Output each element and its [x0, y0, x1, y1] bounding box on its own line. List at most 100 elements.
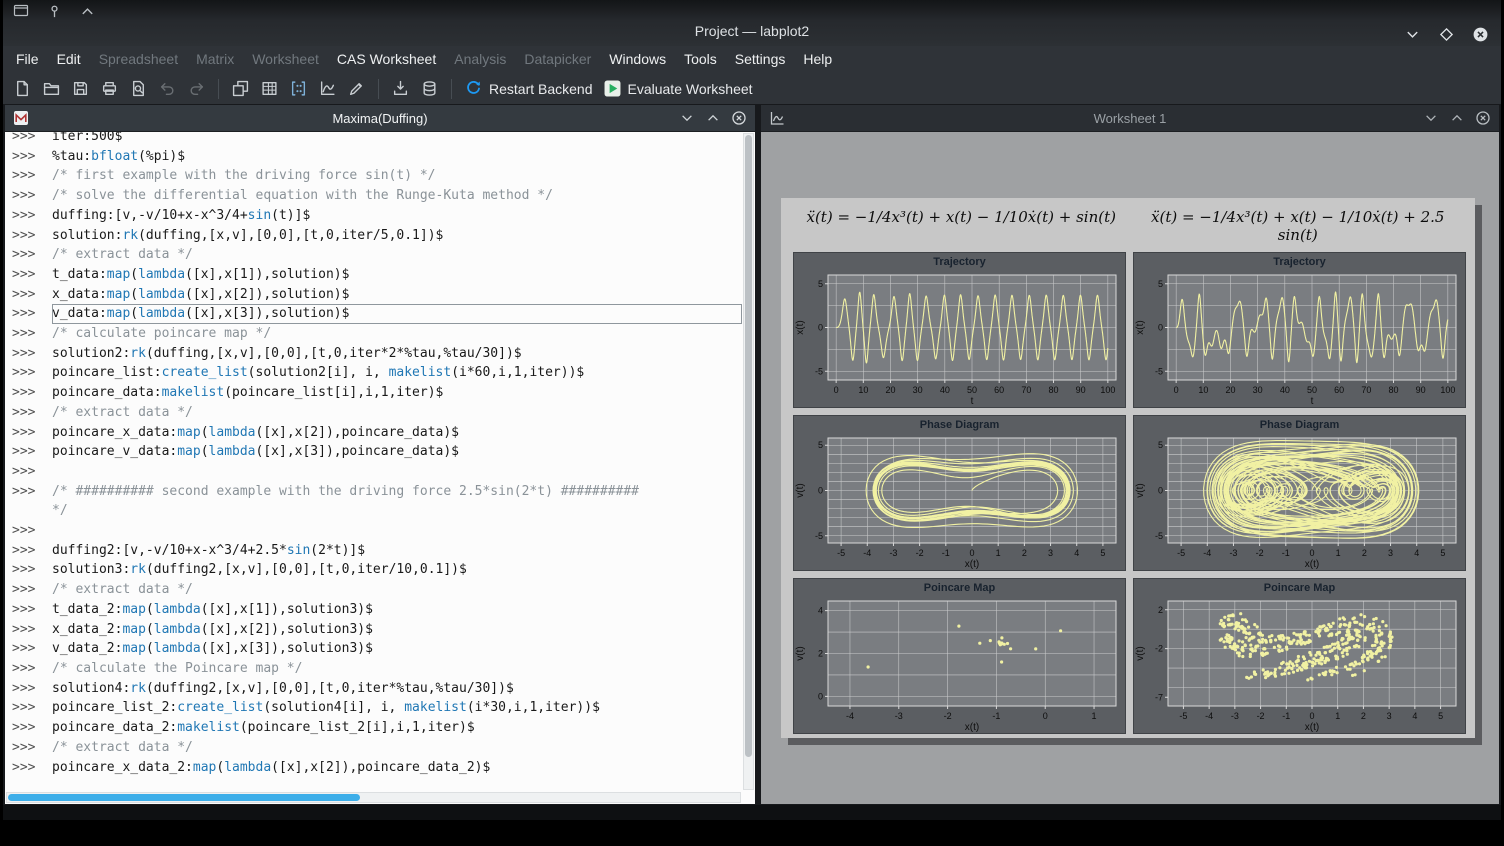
- plot-poincare-map-1[interactable]: Poincare Map-4-3-2-101024x(t)v(t): [793, 578, 1126, 734]
- cas-close-button[interactable]: [731, 110, 747, 126]
- code-line[interactable]: >>>solution3:rk(duffing2,[x,v],[0,0],[t,…: [12, 560, 742, 580]
- svg-text:-2: -2: [1155, 644, 1163, 654]
- plot-poincare-map-2[interactable]: Poincare Map-5-4-3-2-10123452-2-7x(t)v(t…: [1133, 578, 1466, 734]
- code-line[interactable]: >>>t_data_2:map(lambda([x],x[1]),solutio…: [12, 600, 742, 620]
- code-text: poincare_data:makelist(poincare_list[i],…: [52, 383, 742, 403]
- menu-settings[interactable]: Settings: [726, 46, 795, 73]
- worksheet-page: ẍ(t) = −1/4x³(t) + x(t) − 1/10ẋ(t) + sin…: [781, 198, 1475, 738]
- code-text: x_data_2:map(lambda([x],x[2]),solution3)…: [52, 620, 742, 640]
- code-line[interactable]: >>>%tau:bfloat(%pi)$: [12, 147, 742, 167]
- cas-vertical-scrollbar[interactable]: [743, 133, 754, 790]
- svg-text:-7: -7: [1155, 692, 1163, 702]
- svg-text:30: 30: [913, 385, 923, 395]
- document-save-button[interactable]: [67, 77, 94, 100]
- code-line[interactable]: >>>poincare_data_2:makelist(poincare_lis…: [12, 718, 742, 738]
- minimize-button[interactable]: [1403, 25, 1421, 43]
- plot-trajectory-1[interactable]: Trajectory0102030405060708090100-505tx(t…: [793, 252, 1126, 408]
- plot-phase-diagram-2[interactable]: Phase Diagram-5-4-3-2-1012345-505x(t)v(t…: [1133, 415, 1466, 571]
- worksheet-window-titlebar[interactable]: Worksheet 1: [761, 105, 1499, 132]
- worksheet-close-button[interactable]: [1475, 110, 1491, 126]
- document-open-icon: [42, 79, 61, 98]
- new-matrix-button[interactable]: [285, 77, 312, 100]
- code-line[interactable]: >>>/* first example with the driving for…: [12, 166, 742, 186]
- new-worksheet-button[interactable]: [314, 77, 341, 100]
- menu-windows[interactable]: Windows: [600, 46, 675, 73]
- plot-trajectory-2[interactable]: Trajectory0102030405060708090100-505tx(t…: [1133, 252, 1466, 408]
- menu-file[interactable]: File: [7, 46, 48, 73]
- edit-redo-button[interactable]: [183, 77, 210, 100]
- code-line[interactable]: >>>poincare_x_data:map(lambda([x],x[2]),…: [12, 423, 742, 443]
- code-line[interactable]: >>>poincare_v_data:map(lambda([x],x[3]),…: [12, 442, 742, 462]
- import-database-icon: [420, 79, 439, 98]
- menu-tools[interactable]: Tools: [675, 46, 726, 73]
- print-preview-button[interactable]: [125, 77, 152, 100]
- code-line[interactable]: >>>/* solve the differential equation wi…: [12, 186, 742, 206]
- svg-text:3: 3: [1388, 548, 1393, 558]
- code-line[interactable]: >>>v_data:map(lambda([x],x[3]),solution)…: [12, 304, 742, 324]
- worksheet-maximize-button[interactable]: [1449, 110, 1465, 126]
- code-line[interactable]: >>>poincare_list_2:create_list(solution4…: [12, 698, 742, 718]
- document-open-button[interactable]: [38, 77, 65, 100]
- svg-text:-4: -4: [1205, 711, 1213, 721]
- code-text: [52, 521, 742, 541]
- close-button[interactable]: [1471, 25, 1489, 43]
- code-line[interactable]: >>>/* ########## second example with the…: [12, 482, 742, 502]
- menu-edit[interactable]: Edit: [48, 46, 90, 73]
- code-text: /* extract data */: [52, 245, 742, 265]
- code-line[interactable]: >>>: [12, 462, 742, 482]
- code-line[interactable]: >>>/* extract data */: [12, 403, 742, 423]
- cas-horizontal-scrollbar-thumb[interactable]: [8, 794, 360, 801]
- titlebar[interactable]: Project — labplot2: [3, 0, 1501, 46]
- cas-window-titlebar[interactable]: Maxima(Duffing): [5, 105, 755, 132]
- menu-cas-worksheet[interactable]: CAS Worksheet: [328, 46, 445, 73]
- code-line[interactable]: >>>duffing:[v,-v/10+x-x^3/4+sin(t)]$: [12, 206, 742, 226]
- cas-code-area[interactable]: >>>iter:500$>>>%tau:bfloat(%pi)$>>>/* fi…: [5, 132, 755, 804]
- code-line[interactable]: >>>/* extract data */: [12, 580, 742, 600]
- import-file-button[interactable]: [387, 77, 414, 100]
- worksheet-view[interactable]: ẍ(t) = −1/4x³(t) + x(t) − 1/10ẋ(t) + sin…: [761, 132, 1499, 804]
- code-line[interactable]: >>>t_data:map(lambda([x],x[1]),solution)…: [12, 265, 742, 285]
- import-database-button[interactable]: [416, 77, 443, 100]
- new-spreadsheet-button[interactable]: [256, 77, 283, 100]
- code-line[interactable]: >>>x_data:map(lambda([x],x[2]),solution)…: [12, 285, 742, 305]
- svg-text:4: 4: [818, 606, 823, 616]
- app-icon[interactable]: [12, 2, 30, 20]
- code-line[interactable]: >>>solution2:rk(duffing,[x,v],[0,0],[t,0…: [12, 344, 742, 364]
- svg-text:-5: -5: [815, 531, 823, 541]
- svg-text:50: 50: [1307, 385, 1317, 395]
- code-text: iter:500$: [52, 132, 742, 147]
- new-datapicker-button[interactable]: [343, 77, 370, 100]
- cas-horizontal-scrollbar[interactable]: [6, 792, 741, 803]
- new-workbook-button[interactable]: [227, 77, 254, 100]
- code-line[interactable]: >>>/* extract data */: [12, 245, 742, 265]
- pin-icon[interactable]: [45, 2, 63, 20]
- code-line[interactable]: >>>/* calculate the Poincare map */: [12, 659, 742, 679]
- toolbar-separator: [378, 79, 379, 99]
- code-line[interactable]: >>>duffing2:[v,-v/10+x-x^3/4+2.5*sin(2*t…: [12, 541, 742, 561]
- maximize-button[interactable]: [1437, 25, 1455, 43]
- code-line[interactable]: >>>poincare_list:create_list(solution2[i…: [12, 363, 742, 383]
- code-line[interactable]: >>>solution:rk(duffing,[x,v],[0,0],[t,0,…: [12, 226, 742, 246]
- restart-backend-button[interactable]: Restart Backend: [460, 77, 597, 100]
- svg-text:-3: -3: [895, 711, 903, 721]
- code-text: solution:rk(duffing,[x,v],[0,0],[t,0,ite…: [52, 226, 742, 246]
- code-line[interactable]: >>>/* calculate poincare map */: [12, 324, 742, 344]
- plot-phase-diagram-1[interactable]: Phase Diagram-5-4-3-2-1012345-505x(t)v(t…: [793, 415, 1126, 571]
- code-line[interactable]: >>>: [12, 521, 742, 541]
- menu-help[interactable]: Help: [794, 46, 841, 73]
- code-line[interactable]: */: [12, 501, 742, 521]
- edit-undo-button[interactable]: [154, 77, 181, 100]
- code-line[interactable]: >>>v_data_2:map(lambda([x],x[3]),solutio…: [12, 639, 742, 659]
- code-line[interactable]: >>>x_data_2:map(lambda([x],x[2]),solutio…: [12, 620, 742, 640]
- document-print-button[interactable]: [96, 77, 123, 100]
- code-line[interactable]: >>>poincare_x_data_2:map(lambda([x],x[2]…: [12, 758, 742, 778]
- shade-icon[interactable]: [78, 2, 96, 20]
- code-line[interactable]: >>>iter:500$: [12, 132, 742, 147]
- cas-maximize-button[interactable]: [705, 110, 721, 126]
- evaluate-worksheet-button[interactable]: Evaluate Worksheet: [599, 77, 757, 100]
- code-line[interactable]: >>>solution4:rk(duffing2,[x,v],[0,0],[t,…: [12, 679, 742, 699]
- cas-vertical-scrollbar-thumb[interactable]: [745, 135, 752, 757]
- code-line[interactable]: >>>poincare_data:makelist(poincare_list[…: [12, 383, 742, 403]
- document-new-button[interactable]: [9, 77, 36, 100]
- code-line[interactable]: >>>/* extract data */: [12, 738, 742, 758]
